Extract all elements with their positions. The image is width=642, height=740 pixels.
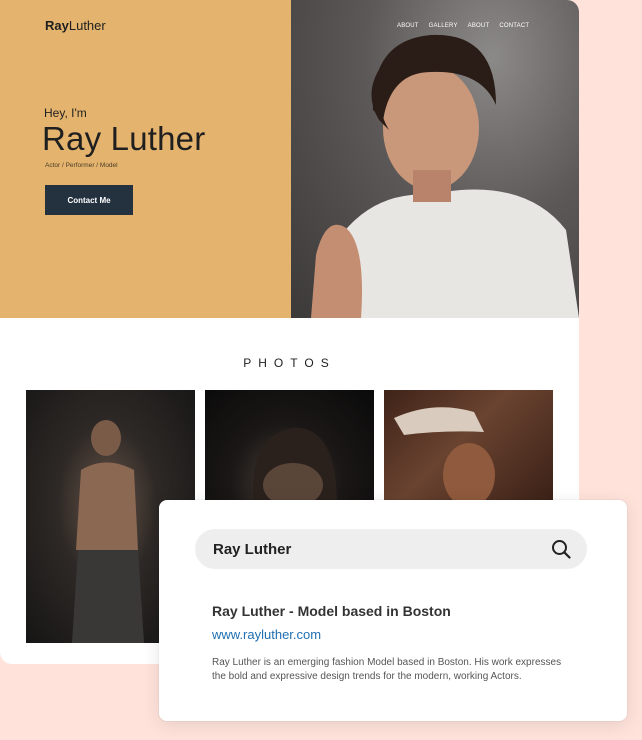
- search-input[interactable]: Ray Luther: [195, 529, 587, 569]
- hero-greeting: Hey, I'm: [44, 106, 87, 120]
- hero-name: Ray Luther: [42, 120, 206, 157]
- nav-item-about[interactable]: ABOUT: [397, 23, 419, 29]
- nav-item-about-2[interactable]: ABOUT: [468, 23, 490, 29]
- hero-roles: Actor / Performer / Model: [45, 162, 118, 169]
- hero-portrait: ABOUT GALLERY ABOUT CONTACT: [291, 0, 579, 318]
- search-query: Ray Luther: [213, 540, 292, 558]
- top-nav: ABOUT GALLERY ABOUT CONTACT: [397, 23, 529, 29]
- result-title[interactable]: Ray Luther - Model based in Boston: [212, 603, 451, 619]
- result-url[interactable]: www.rayluther.com: [212, 627, 321, 642]
- gallery-photo-2[interactable]: [205, 390, 374, 500]
- gallery-photo-3-image: [394, 407, 495, 500]
- hero-panel: RayLuther Hey, I'm Ray Luther Actor / Pe…: [0, 0, 291, 318]
- result-description: Ray Luther is an emerging fashion Model …: [212, 657, 562, 682]
- photos-heading: PHOTOS: [243, 356, 336, 370]
- logo-rest: Luther: [68, 18, 106, 33]
- nav-item-gallery[interactable]: GALLERY: [429, 23, 458, 29]
- search-result-card: Ray Luther Ray Luther - Model based in B…: [159, 500, 627, 721]
- contact-me-button[interactable]: Contact Me: [45, 185, 133, 215]
- gallery-photo-2-image: [252, 427, 337, 500]
- site-logo[interactable]: RayLuther: [45, 18, 106, 33]
- nav-item-contact[interactable]: CONTACT: [499, 23, 529, 29]
- gallery-photo-3[interactable]: [384, 390, 553, 500]
- search-icon[interactable]: [551, 539, 571, 559]
- logo-bold: Ray: [45, 18, 69, 33]
- portrait-photo: [311, 34, 579, 318]
